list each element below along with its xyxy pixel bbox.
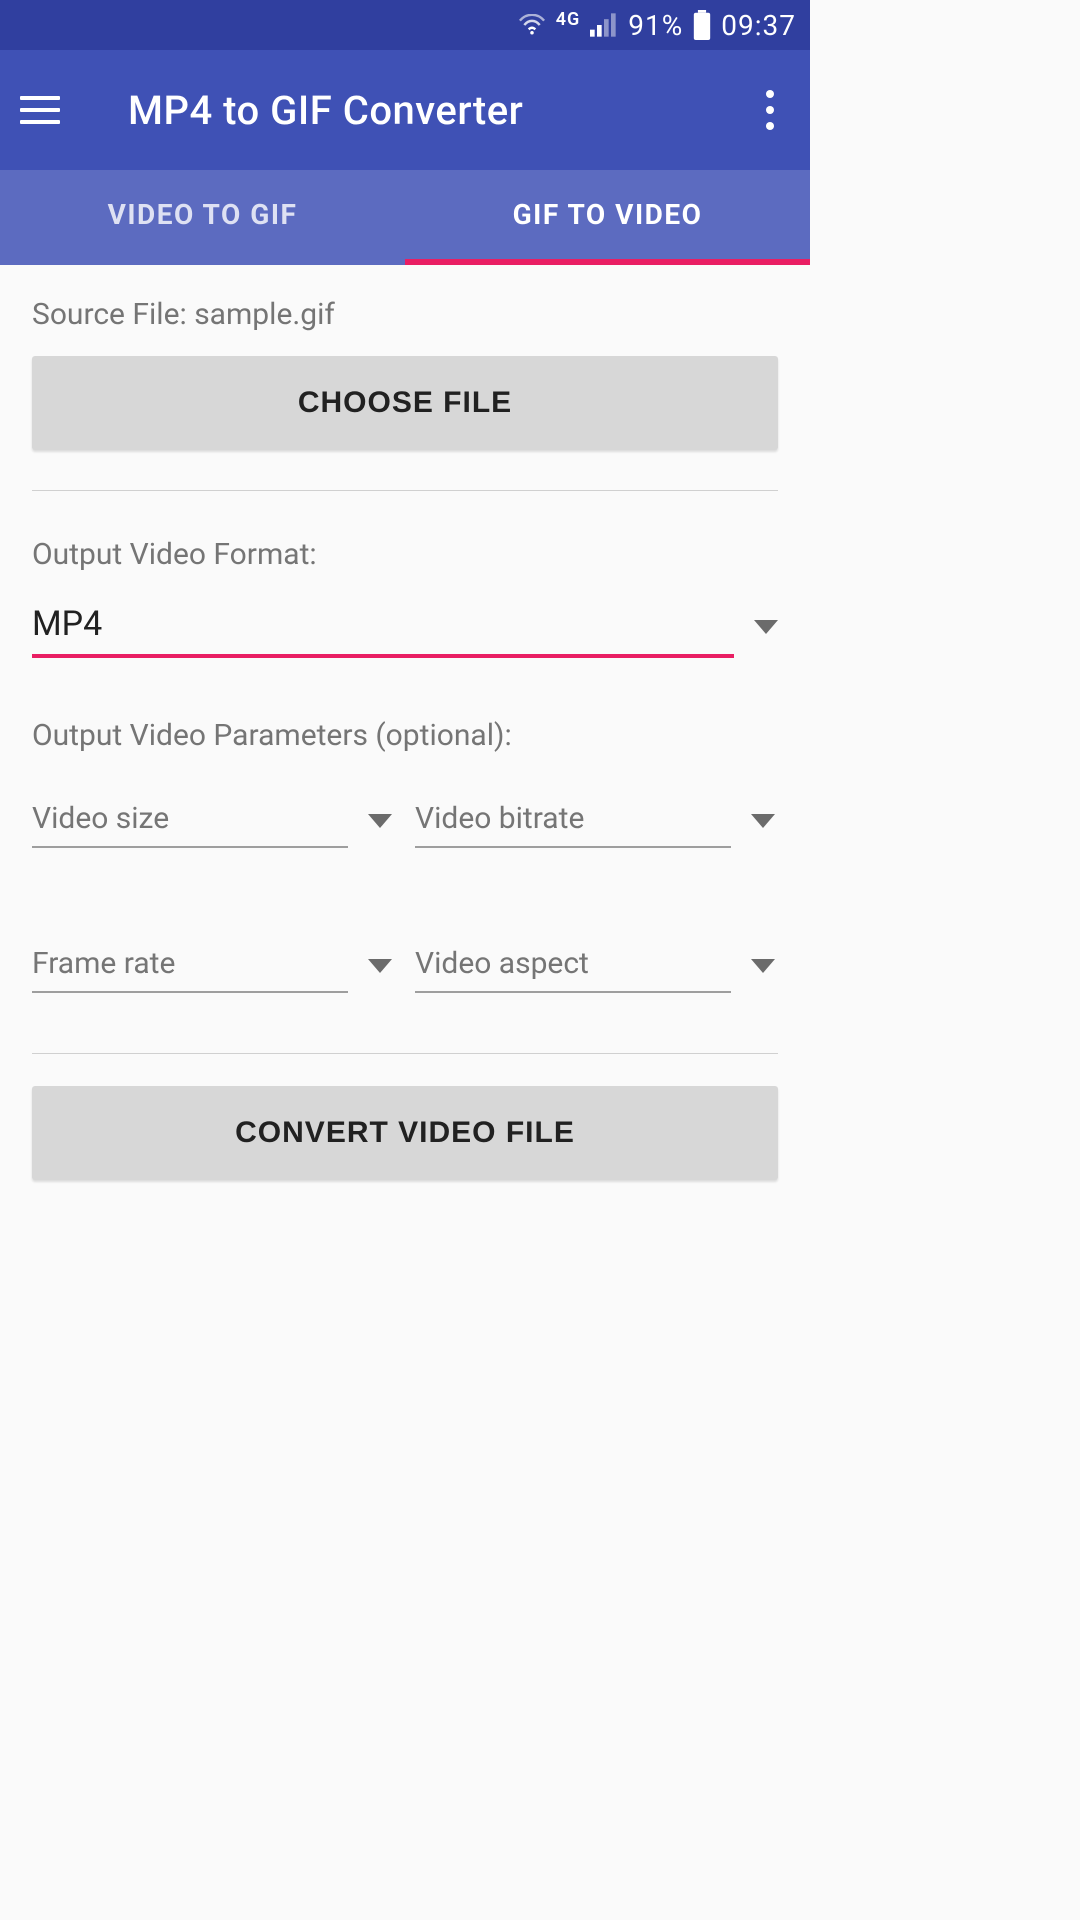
app-title: MP4 to GIF Converter	[68, 87, 750, 134]
convert-button[interactable]: CONVERT VIDEO FILE	[32, 1086, 778, 1180]
network-type: 4G	[556, 9, 581, 30]
output-params-label: Output Video Parameters (optional):	[32, 718, 778, 753]
output-format-value: MP4	[32, 604, 102, 644]
hamburger-icon[interactable]	[20, 86, 68, 134]
battery-icon	[693, 10, 711, 40]
tab-gif-to-video[interactable]: GIF TO VIDEO	[405, 170, 810, 265]
tab-label: VIDEO TO GIF	[108, 198, 298, 231]
video-size-dropdown[interactable]: Video size	[32, 793, 392, 848]
output-format-label: Output Video Format:	[32, 537, 778, 572]
video-bitrate-dropdown[interactable]: Video bitrate	[415, 793, 775, 848]
wifi-icon	[518, 14, 546, 36]
dropdown-value: Video bitrate	[415, 801, 584, 836]
app-bar: MP4 to GIF Converter	[0, 50, 810, 170]
chevron-down-icon	[751, 814, 775, 828]
dropdown-value: Video aspect	[415, 946, 589, 981]
status-bar: 4G 91% 09:37	[0, 0, 810, 50]
main-content: Source File: sample.gif CHOOSE FILE Outp…	[0, 265, 810, 1086]
overflow-menu-icon[interactable]	[750, 90, 790, 130]
source-file-label: Source File: sample.gif	[32, 297, 778, 332]
chevron-down-icon	[751, 959, 775, 973]
tab-video-to-gif[interactable]: VIDEO TO GIF	[0, 170, 405, 265]
battery-text: 91%	[628, 9, 683, 42]
choose-file-button[interactable]: CHOOSE FILE	[32, 356, 778, 450]
output-format-dropdown[interactable]: MP4	[32, 596, 778, 658]
video-aspect-dropdown[interactable]: Video aspect	[415, 938, 775, 993]
frame-rate-dropdown[interactable]: Frame rate	[32, 938, 392, 993]
tab-bar: VIDEO TO GIF GIF TO VIDEO	[0, 170, 810, 265]
clock-text: 09:37	[721, 9, 796, 42]
signal-icon	[590, 13, 618, 37]
chevron-down-icon	[368, 814, 392, 828]
divider	[32, 490, 778, 491]
dropdown-value: Video size	[32, 801, 169, 836]
dropdown-value: Frame rate	[32, 946, 175, 981]
chevron-down-icon	[754, 620, 778, 634]
chevron-down-icon	[368, 959, 392, 973]
divider	[32, 1053, 778, 1054]
tab-label: GIF TO VIDEO	[513, 198, 703, 231]
